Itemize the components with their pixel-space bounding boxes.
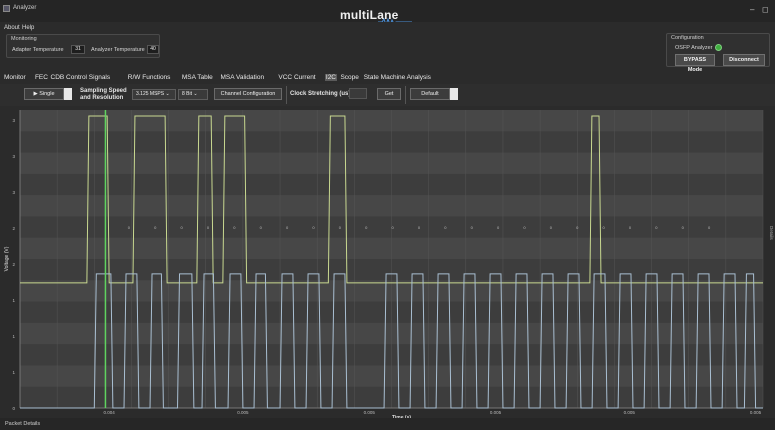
sampling-label-line2: and Resolution bbox=[80, 95, 124, 101]
x-tick-label: 0.005 bbox=[490, 410, 502, 415]
scope-chart[interactable]: 3332211100.004 0.005 0.005 0.005 0.005 0.005T… bbox=[0, 106, 775, 418]
y-axis-label: Voltage (V) bbox=[4, 246, 10, 271]
sampling-speed-select[interactable]: 3.125 MSPS ⌄ bbox=[132, 89, 176, 100]
run-mode-dropdown[interactable] bbox=[64, 88, 72, 100]
y-tick-label: 1 bbox=[12, 370, 15, 375]
y-tick-label: 3 bbox=[12, 154, 15, 159]
adapter-temperature-label: Adapter Temperature bbox=[12, 47, 64, 53]
disconnect-button[interactable]: Disconnect bbox=[723, 54, 765, 66]
tab-msa-table[interactable]: MSA Table bbox=[182, 74, 213, 81]
scope-plot[interactable]: 3 3 3 2 2 1 1 1 0 0.004 0.005 0.005 0.005 0.005 0.005 T… bbox=[0, 106, 775, 418]
sampling-label: Sampling Speed bbox=[80, 88, 127, 94]
osfp-analyzer-label: OSFP Analyzer bbox=[675, 45, 713, 51]
toolbar-separator bbox=[286, 86, 287, 104]
packet-details-toggle[interactable]: Packet Details bbox=[5, 421, 40, 427]
clock-stretching-input[interactable] bbox=[349, 88, 367, 99]
title-bar: Analyzer multiLane – ◻ bbox=[0, 0, 775, 26]
y-tick-label: 1 bbox=[12, 298, 15, 303]
configuration-title: Configuration bbox=[671, 35, 704, 41]
menu-about[interactable]: About bbox=[4, 25, 20, 31]
tab-fec[interactable]: FEC bbox=[35, 74, 48, 81]
tab-msa-validation[interactable]: MSA Validation bbox=[221, 74, 265, 81]
maximize-button[interactable]: ◻ bbox=[762, 5, 769, 14]
scope-toolbar: ▶ Single Sampling Speed and Resolution 3… bbox=[0, 84, 775, 106]
run-single-button[interactable]: ▶ Single bbox=[24, 88, 64, 100]
resolution-value: 8 Bit bbox=[182, 91, 193, 97]
x-tick-label: 0.004 bbox=[104, 410, 116, 415]
toolbar-separator-2 bbox=[405, 86, 406, 104]
app-title: Analyzer bbox=[13, 5, 37, 11]
analyzer-temperature-value: 40 bbox=[147, 45, 159, 54]
default-button[interactable]: Default bbox=[410, 88, 450, 100]
y-tick-label: 2 bbox=[12, 262, 15, 267]
main-tabs: Monitor FEC CDB Control Signals R/W Function… bbox=[0, 72, 775, 84]
menu-help[interactable]: Help bbox=[22, 25, 34, 31]
resolution-select[interactable]: 8 Bit ⌄ bbox=[178, 89, 208, 100]
minimize-button[interactable]: – bbox=[750, 5, 754, 14]
bypass-mode-button[interactable]: BYPASS Mode bbox=[675, 54, 715, 73]
clock-stretching-label: Clock Stretching (us) bbox=[290, 91, 351, 97]
tab-control-signals[interactable]: Control Signals bbox=[66, 74, 110, 81]
menu-bar: About Help bbox=[0, 22, 775, 33]
monitoring-title: Monitoring bbox=[11, 36, 37, 42]
x-tick-label: 0.005 bbox=[237, 410, 249, 415]
tab-r-w-functions[interactable]: R/W Functions bbox=[128, 74, 171, 81]
analyzer-temperature-label: Analyzer Temperature bbox=[91, 47, 145, 53]
x-tick-label: 0.005 bbox=[364, 410, 376, 415]
get-button[interactable]: Get bbox=[377, 88, 401, 100]
y-tick-label: 3 bbox=[12, 190, 15, 195]
y-tick-label: 0 bbox=[12, 406, 15, 411]
tab-current[interactable]: Current bbox=[294, 74, 316, 81]
tab-i2c[interactable]: I2C bbox=[324, 74, 338, 81]
monitoring-group: Monitoring Adapter Temperature 31 Analyz… bbox=[6, 34, 160, 58]
connection-status-led bbox=[715, 44, 722, 51]
details-side-tab[interactable]: Details bbox=[768, 226, 774, 246]
channel-configuration-button[interactable]: Channel Configuration bbox=[214, 88, 282, 100]
tab-monitor[interactable]: Monitor bbox=[4, 74, 26, 81]
y-tick-label: 1 bbox=[12, 334, 15, 339]
tab-state-machine-analysis[interactable]: State Machine Analysis bbox=[364, 74, 431, 81]
default-dropdown[interactable] bbox=[450, 88, 458, 100]
status-bar: Packet Details bbox=[0, 418, 775, 430]
y-tick-label: 2 bbox=[12, 226, 15, 231]
y-tick-label: 3 bbox=[12, 118, 15, 123]
tab-cdb[interactable]: CDB bbox=[51, 74, 65, 81]
adapter-temperature-value: 31 bbox=[71, 45, 85, 54]
x-tick-label: 0.005 bbox=[624, 410, 636, 415]
app-icon bbox=[3, 5, 10, 12]
sampling-speed-value: 3.125 MSPS bbox=[136, 91, 165, 97]
tab-scope[interactable]: Scope bbox=[340, 74, 358, 81]
tab-vcc[interactable]: VCC bbox=[278, 74, 292, 81]
x-tick-label: 0.005 bbox=[750, 410, 762, 415]
configuration-group: Configuration OSFP Analyzer BYPASS Mode … bbox=[666, 33, 770, 73]
